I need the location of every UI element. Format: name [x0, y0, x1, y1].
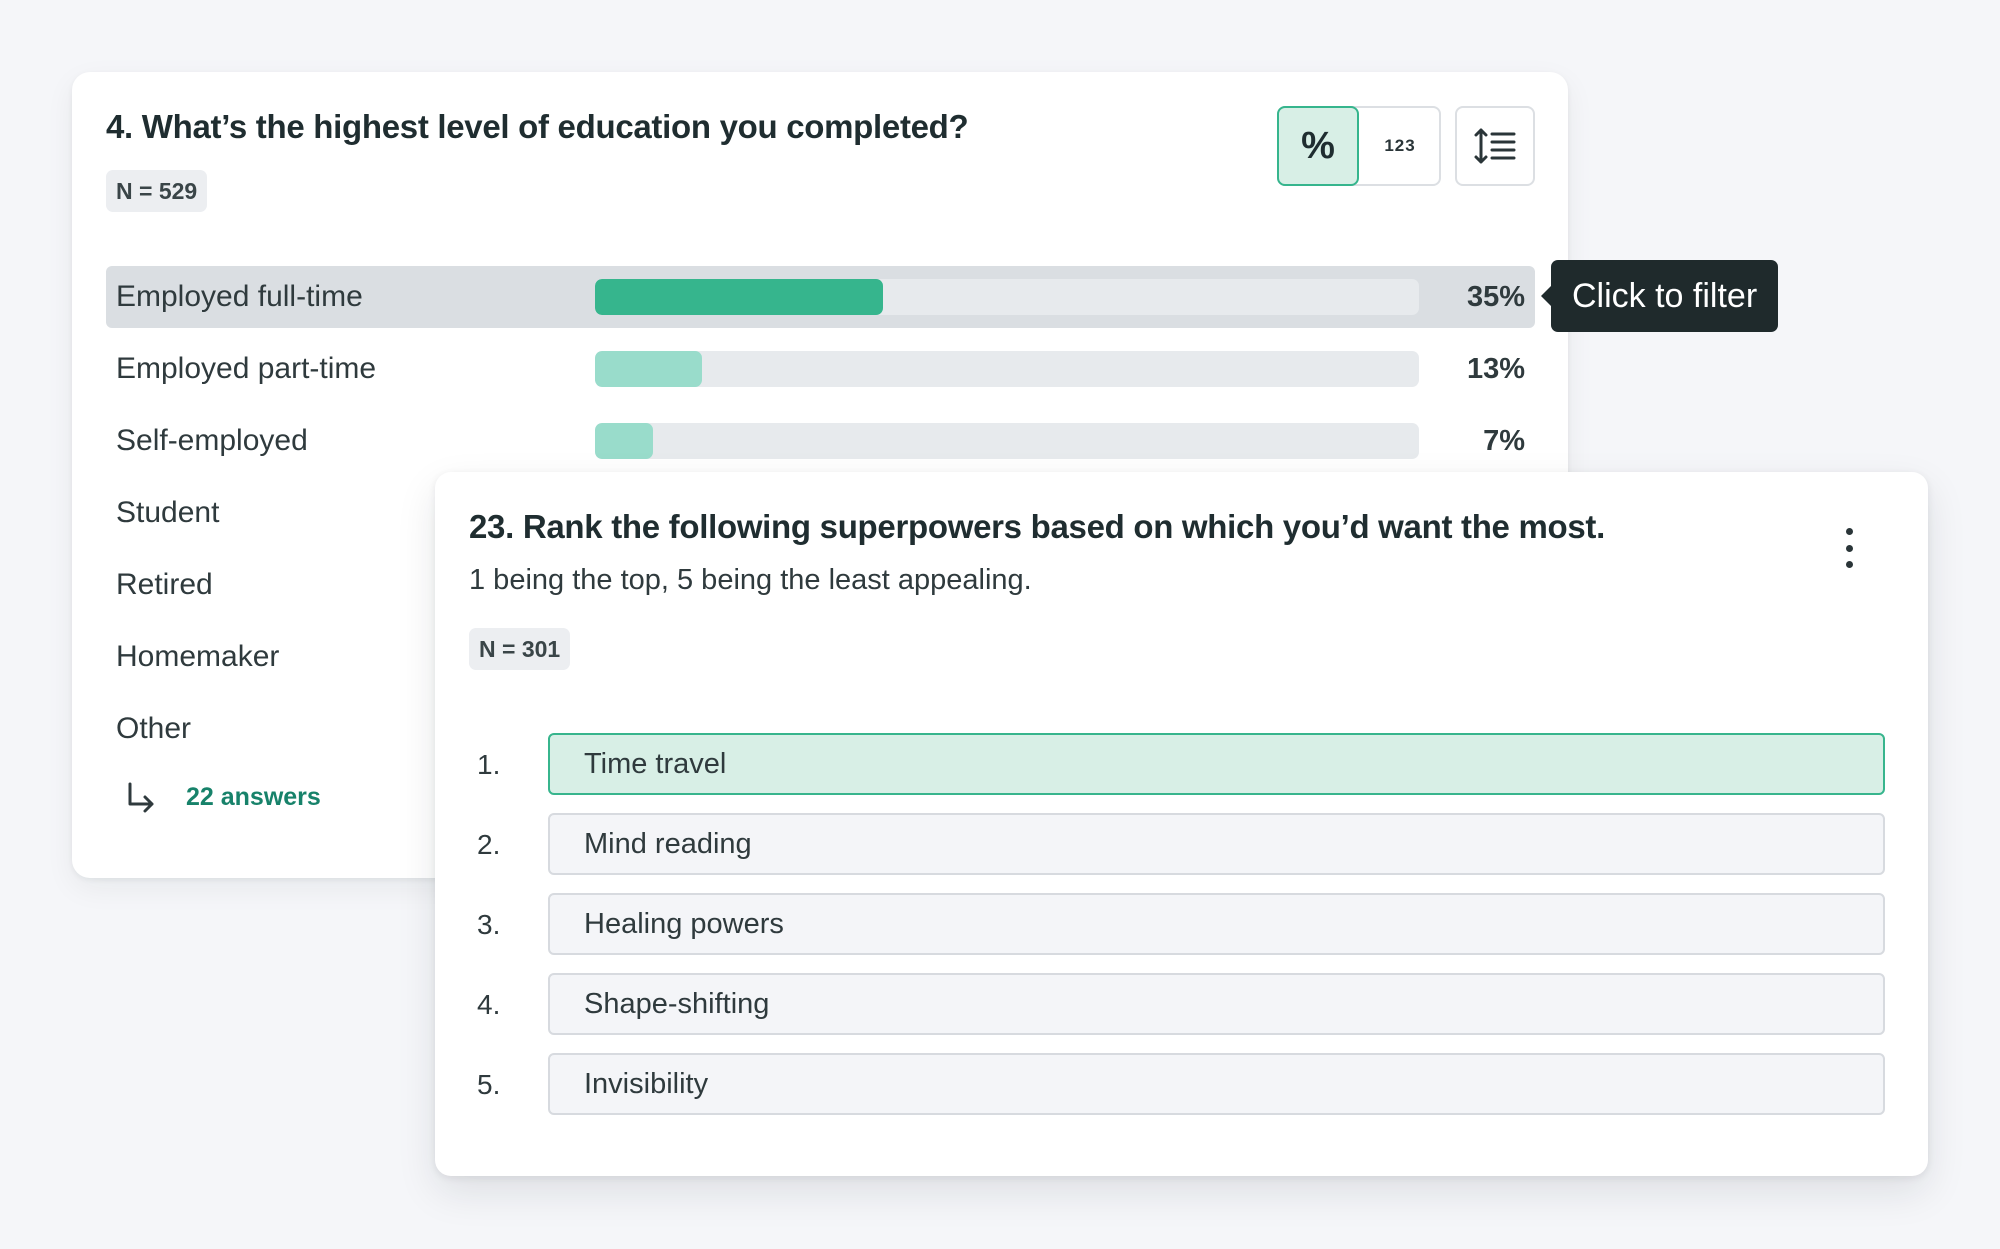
sort-lines-icon — [1474, 128, 1516, 164]
rank-number: 5. — [477, 1069, 501, 1100]
bar-fill — [595, 279, 884, 315]
answer-label: Student — [116, 496, 220, 529]
answer-label: Retired — [116, 568, 213, 601]
rank-item[interactable]: 4. Shape-shifting — [469, 973, 1894, 1037]
answer-label: Homemaker — [116, 640, 280, 673]
answer-row-employed-full-time[interactable]: Employed full-time 35% — [106, 266, 1535, 328]
other-answers-link[interactable]: 22 answers — [116, 780, 321, 814]
rank-number: 2. — [477, 829, 501, 860]
rank-option-time-travel[interactable]: Time travel — [548, 733, 1885, 795]
rank-option-mind-reading[interactable]: Mind reading — [548, 813, 1885, 875]
answer-label: Employed part-time — [116, 352, 377, 385]
kebab-menu-icon[interactable] — [1839, 528, 1859, 568]
display-mode-toggle: % 123 — [1277, 106, 1441, 186]
rank-option-healing-powers[interactable]: Healing powers — [548, 893, 1885, 955]
answer-label: Employed full-time — [116, 280, 363, 313]
rank-item[interactable]: 5. Invisibility — [469, 1053, 1894, 1117]
numbers-icon: 123 — [1384, 136, 1416, 155]
response-count-badge: N = 301 — [469, 628, 571, 670]
rank-item[interactable]: 2. Mind reading — [469, 813, 1894, 877]
background-canvas: 4. What’s the highest level of education… — [0, 0, 2000, 1249]
answer-percent: 35% — [1466, 281, 1525, 313]
answer-percent: 13% — [1466, 353, 1525, 385]
bar-fill — [595, 351, 703, 387]
question-subtitle: 1 being the top, 5 being the least appea… — [469, 564, 1032, 596]
answers-count-link[interactable]: 22 answers — [186, 783, 321, 812]
bar-track — [595, 423, 1419, 459]
rank-item[interactable]: 3. Healing powers — [469, 893, 1894, 957]
percent-icon: % — [1301, 124, 1335, 167]
answer-percent: 7% — [1483, 425, 1525, 457]
rank-number: 4. — [477, 989, 501, 1020]
answer-label: Self-employed — [116, 424, 308, 457]
question-title: 23. Rank the following superpowers based… — [469, 508, 1605, 545]
sort-button[interactable] — [1455, 106, 1535, 186]
question-title: 4. What’s the highest level of education… — [106, 108, 969, 145]
rank-number: 1. — [477, 749, 501, 780]
filter-tooltip: Click to filter — [1540, 260, 1779, 332]
rank-option-shape-shifting[interactable]: Shape-shifting — [548, 973, 1885, 1035]
rank-number: 3. — [477, 909, 501, 940]
return-arrow-icon — [128, 782, 154, 813]
percent-toggle-button[interactable]: % — [1277, 106, 1359, 186]
rank-list: 1. Time travel 2. Mind reading 3. Healin… — [469, 733, 1894, 1133]
bar-fill — [595, 423, 653, 459]
answer-row-employed-part-time[interactable]: Employed part-time 13% — [106, 338, 1535, 400]
bar-track — [595, 279, 1419, 315]
rank-option-invisibility[interactable]: Invisibility — [548, 1053, 1885, 1115]
bar-track — [595, 351, 1419, 387]
question-card-ranking: 23. Rank the following superpowers based… — [435, 472, 1928, 1176]
answer-row-self-employed[interactable]: Self-employed 7% — [106, 410, 1535, 472]
rank-item[interactable]: 1. Time travel — [469, 733, 1894, 797]
answer-label: Other — [116, 712, 192, 745]
response-count-badge: N = 529 — [106, 170, 208, 212]
count-toggle-button[interactable]: 123 — [1359, 108, 1441, 184]
